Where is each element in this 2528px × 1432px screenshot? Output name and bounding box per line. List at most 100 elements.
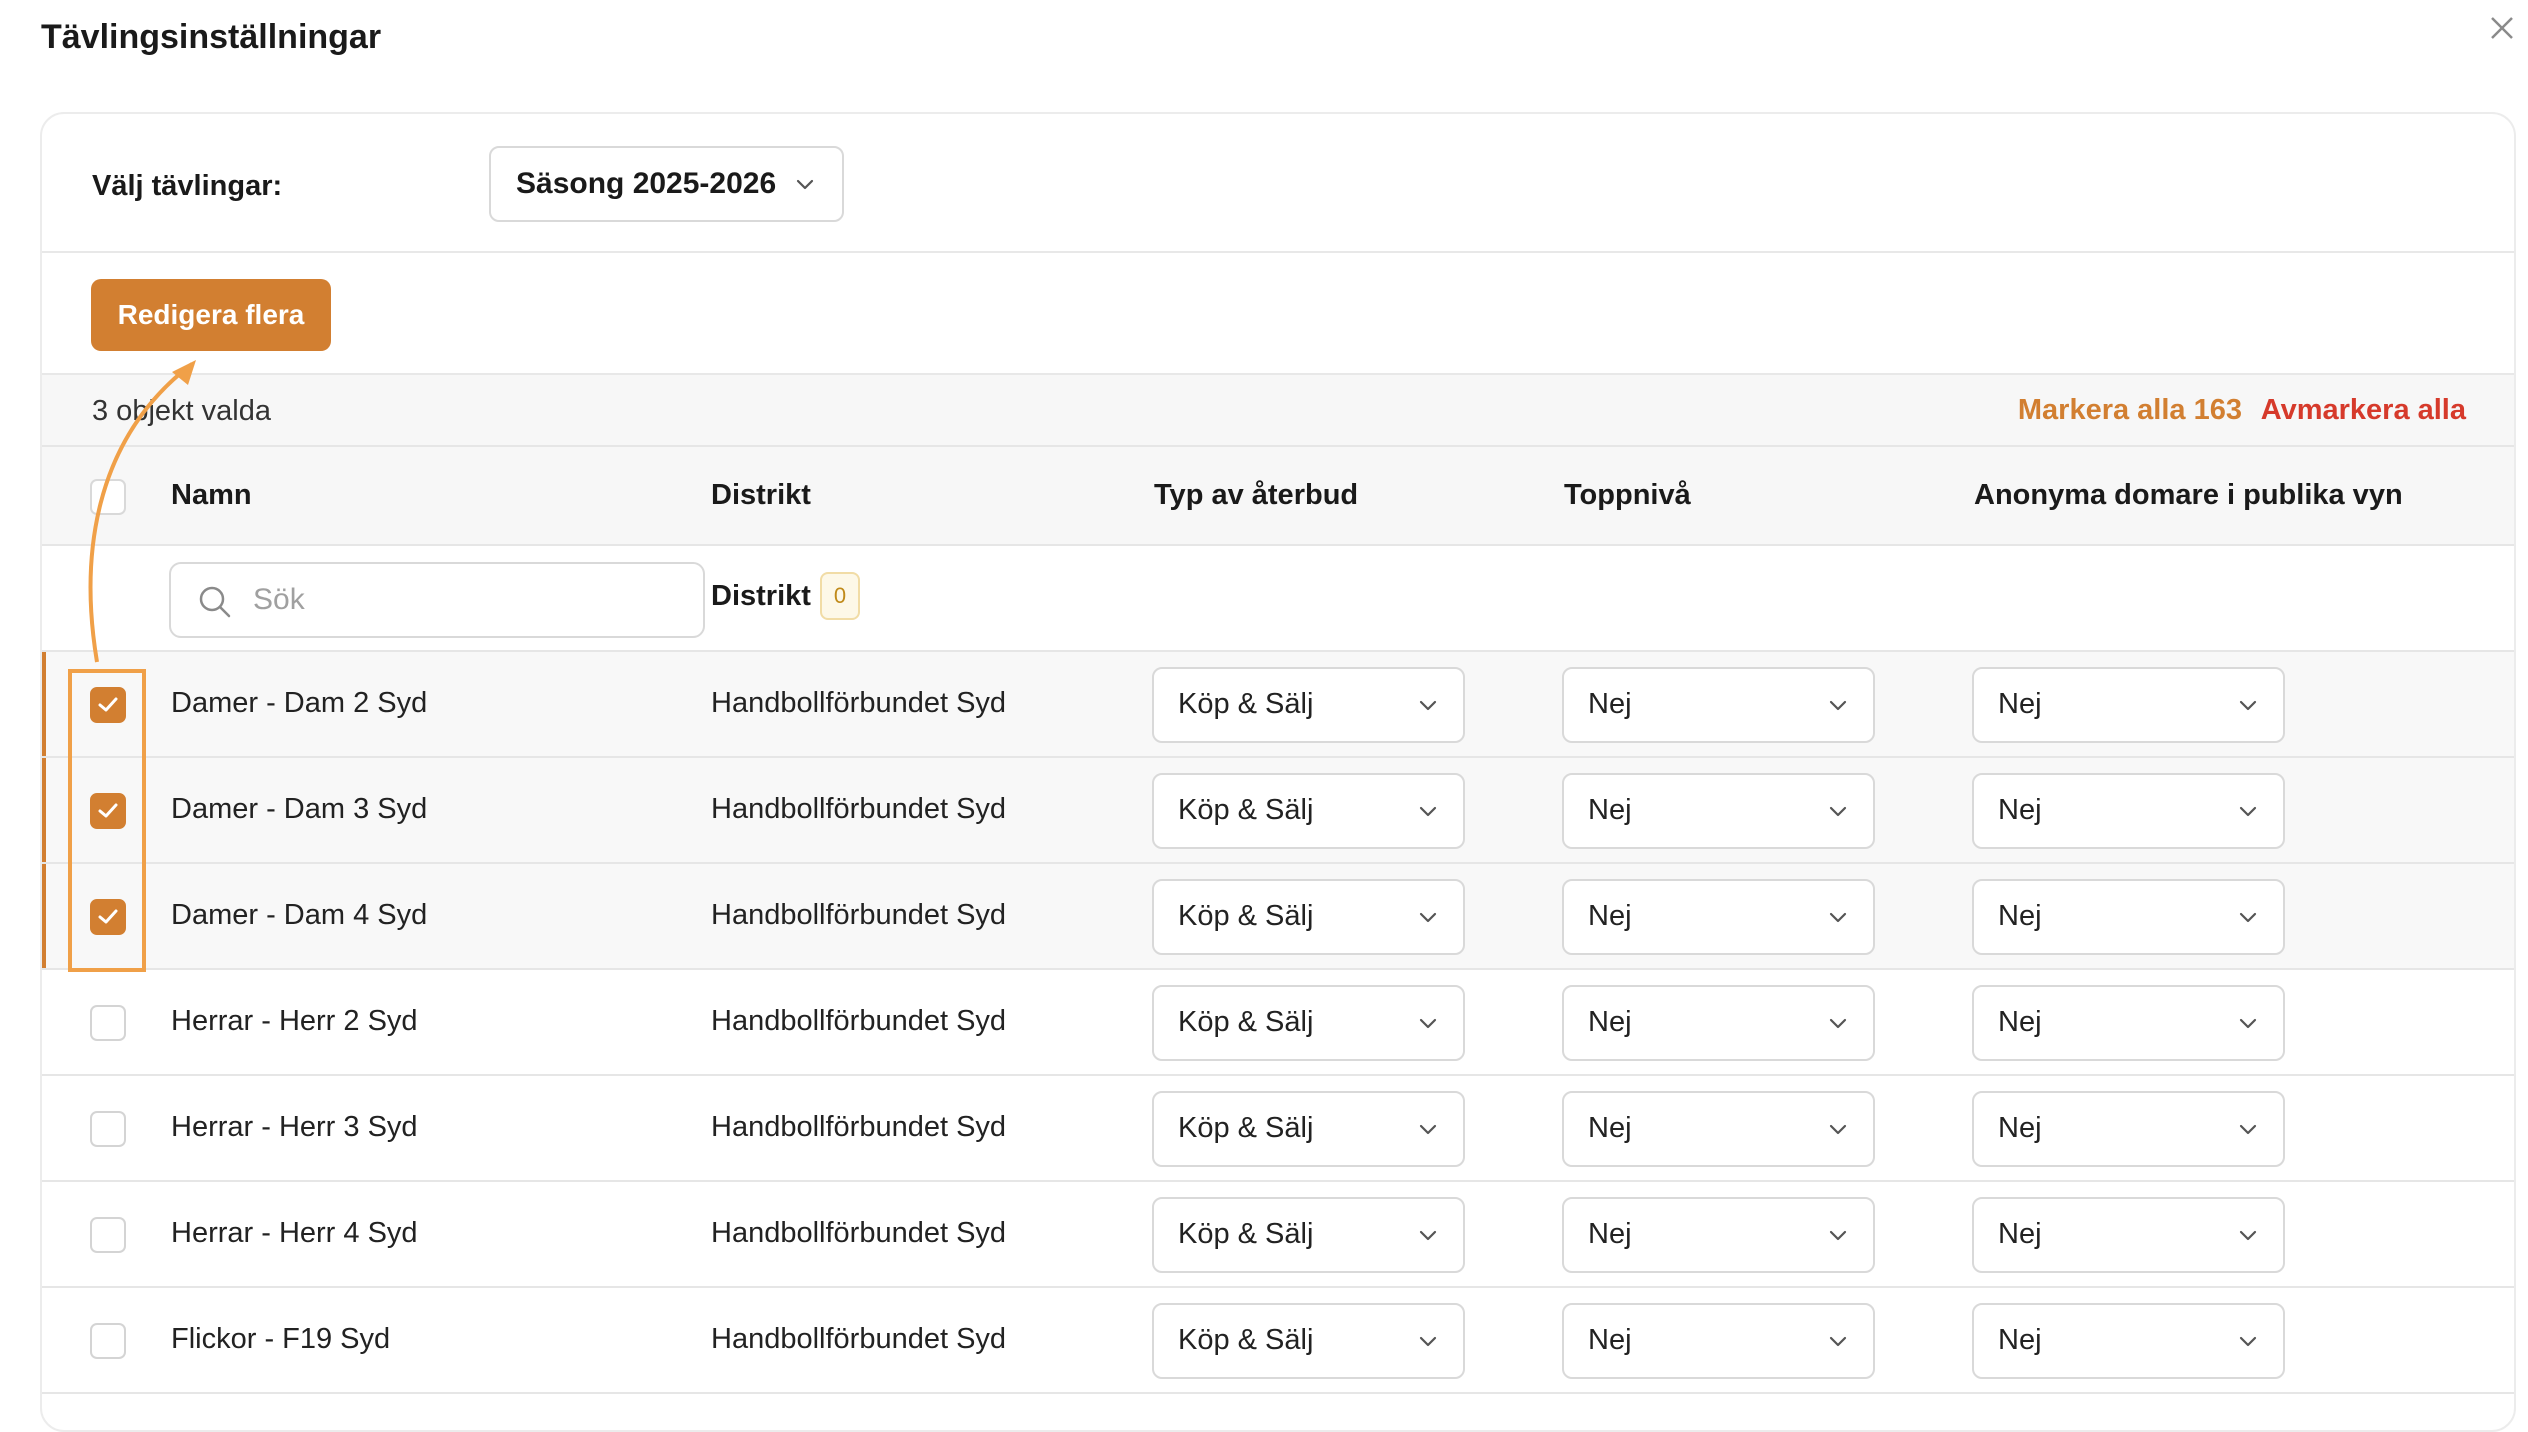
top-level-select[interactable]: Nej <box>1562 1303 1875 1379</box>
top-level-select[interactable]: Nej <box>1562 1091 1875 1167</box>
type-select[interactable]: Köp & Sälj <box>1152 985 1465 1061</box>
chevron-down-icon <box>796 179 814 190</box>
cell-district: Handbollförbundet Syd <box>711 687 1007 719</box>
deselect-all-link[interactable]: Avmarkera alla <box>2261 394 2466 427</box>
table-row[interactable]: Herrar - Herr 2 Syd Handbollförbundet Syd… <box>42 970 2514 1076</box>
select-value: Nej <box>1588 1112 1632 1144</box>
type-select[interactable]: Köp & Sälj <box>1152 1303 1465 1379</box>
cell-name: Damer - Dam 3 Syd <box>171 793 428 825</box>
chevron-down-icon <box>1829 1124 1847 1135</box>
select-value: Nej <box>1998 1218 2042 1250</box>
row-checkbox[interactable] <box>90 687 126 723</box>
search-icon <box>199 586 231 618</box>
type-select[interactable]: Köp & Sälj <box>1152 879 1465 955</box>
cell-district: Handbollförbundet Syd <box>711 1323 1007 1355</box>
cell-name: Herrar - Herr 2 Syd <box>171 1005 418 1037</box>
cell-district: Handbollförbundet Syd <box>711 793 1007 825</box>
chevron-down-icon <box>1829 1018 1847 1029</box>
anon-referee-select[interactable]: Nej <box>1972 1197 2285 1273</box>
anon-referee-select[interactable]: Nej <box>1972 1091 2285 1167</box>
filter-label: Välj tävlingar: <box>92 170 283 202</box>
close-button[interactable] <box>2482 8 2522 48</box>
column-header-anon[interactable]: Anonyma domare i publika vyn <box>1974 479 2403 512</box>
table-row[interactable]: Damer - Dam 2 Syd Handbollförbundet Syd Kö… <box>42 652 2514 758</box>
district-filter[interactable]: Distrikt <box>711 580 811 613</box>
chevron-down-icon <box>1829 806 1847 817</box>
type-select[interactable]: Köp & Sälj <box>1152 773 1465 849</box>
chevron-down-icon <box>2239 1124 2257 1135</box>
row-checkbox[interactable] <box>90 1323 126 1359</box>
table-row[interactable]: Herrar - Herr 4 Syd Handbollförbundet Syd… <box>42 1182 2514 1288</box>
season-select[interactable]: Säsong 2025-2026 <box>489 146 844 222</box>
type-select[interactable]: Köp & Sälj <box>1152 667 1465 743</box>
table-row[interactable]: Herrar - Herr 3 Syd Handbollförbundet Syd… <box>42 1076 2514 1182</box>
cell-district: Handbollförbundet Syd <box>711 1111 1007 1143</box>
column-header-name[interactable]: Namn <box>171 479 252 512</box>
cell-name: Damer - Dam 2 Syd <box>171 687 428 719</box>
chevron-down-icon <box>1419 1124 1437 1135</box>
select-value: Köp & Sälj <box>1178 1324 1314 1356</box>
select-value: Nej <box>1588 900 1632 932</box>
row-checkbox[interactable] <box>90 793 126 829</box>
chevron-down-icon <box>1829 700 1847 711</box>
competitions-panel: Välj tävlingar: Säsong 2025-2026 Rediger… <box>40 112 2516 1432</box>
anon-referee-select[interactable]: Nej <box>1972 879 2285 955</box>
chevron-down-icon <box>1419 700 1437 711</box>
table-header: Namn Distrikt Typ av återbud Toppnivå An… <box>42 447 2514 546</box>
cell-name: Herrar - Herr 3 Syd <box>171 1111 418 1143</box>
top-level-select[interactable]: Nej <box>1562 1197 1875 1273</box>
row-checkbox[interactable] <box>90 1111 126 1147</box>
select-value: Nej <box>1998 1324 2042 1356</box>
select-value: Köp & Sälj <box>1178 900 1314 932</box>
select-value: Köp & Sälj <box>1178 1112 1314 1144</box>
top-level-select[interactable]: Nej <box>1562 773 1875 849</box>
select-value: Nej <box>1998 900 2042 932</box>
select-value: Nej <box>1588 1218 1632 1250</box>
table-row[interactable]: Damer - Dam 3 Syd Handbollförbundet Syd Kö… <box>42 758 2514 864</box>
column-header-district[interactable]: Distrikt <box>711 479 811 512</box>
row-checkbox[interactable] <box>90 1217 126 1253</box>
select-value: Nej <box>1998 794 2042 826</box>
edit-many-button[interactable]: Redigera flera <box>91 279 331 351</box>
type-select[interactable]: Köp & Sälj <box>1152 1197 1465 1273</box>
column-header-top-level[interactable]: Toppnivå <box>1564 479 1691 512</box>
chevron-down-icon <box>2239 912 2257 923</box>
row-checkbox[interactable] <box>90 1005 126 1041</box>
table-body: Damer - Dam 2 Syd Handbollförbundet Syd Kö… <box>42 652 2514 1394</box>
district-filter-count-badge: 0 <box>820 572 860 620</box>
anon-referee-select[interactable]: Nej <box>1972 773 2285 849</box>
anon-referee-select[interactable]: Nej <box>1972 985 2285 1061</box>
top-level-select[interactable]: Nej <box>1562 985 1875 1061</box>
row-checkbox[interactable] <box>90 899 126 935</box>
search-box[interactable] <box>169 562 705 638</box>
cell-district: Handbollförbundet Syd <box>711 1005 1007 1037</box>
season-select-value: Säsong 2025-2026 <box>516 167 777 200</box>
select-value: Nej <box>1588 688 1632 720</box>
chevron-down-icon <box>2239 1018 2257 1029</box>
chevron-down-icon <box>2239 1230 2257 1241</box>
column-header-type[interactable]: Typ av återbud <box>1154 479 1358 512</box>
search-input[interactable] <box>251 578 671 622</box>
top-level-select[interactable]: Nej <box>1562 879 1875 955</box>
chevron-down-icon <box>1419 1018 1437 1029</box>
anon-referee-select[interactable]: Nej <box>1972 667 2285 743</box>
selection-count: 3 objekt valda <box>92 395 271 427</box>
select-value: Nej <box>1588 1324 1632 1356</box>
chevron-down-icon <box>2239 806 2257 817</box>
select-value: Nej <box>1998 688 2042 720</box>
anon-referee-select[interactable]: Nej <box>1972 1303 2285 1379</box>
top-level-select[interactable]: Nej <box>1562 667 1875 743</box>
table-row[interactable]: Damer - Dam 4 Syd Handbollförbundet Syd Kö… <box>42 864 2514 970</box>
dialog-title: Tävlingsinställningar <box>41 18 382 56</box>
chevron-down-icon <box>2239 700 2257 711</box>
selection-bar: 3 objekt valda Markera alla 163 Avmarker… <box>42 375 2514 447</box>
cell-name: Herrar - Herr 4 Syd <box>171 1217 418 1249</box>
type-select[interactable]: Köp & Sälj <box>1152 1091 1465 1167</box>
table-row[interactable]: Flickor - F19 Syd Handbollförbundet Syd Kö… <box>42 1288 2514 1394</box>
action-bar: Redigera flera <box>42 253 2514 375</box>
chevron-down-icon <box>1829 1336 1847 1347</box>
select-all-checkbox[interactable] <box>90 479 126 515</box>
chevron-down-icon <box>1419 1336 1437 1347</box>
chevron-down-icon <box>1829 1230 1847 1241</box>
select-all-link[interactable]: Markera alla 163 <box>2018 394 2242 427</box>
